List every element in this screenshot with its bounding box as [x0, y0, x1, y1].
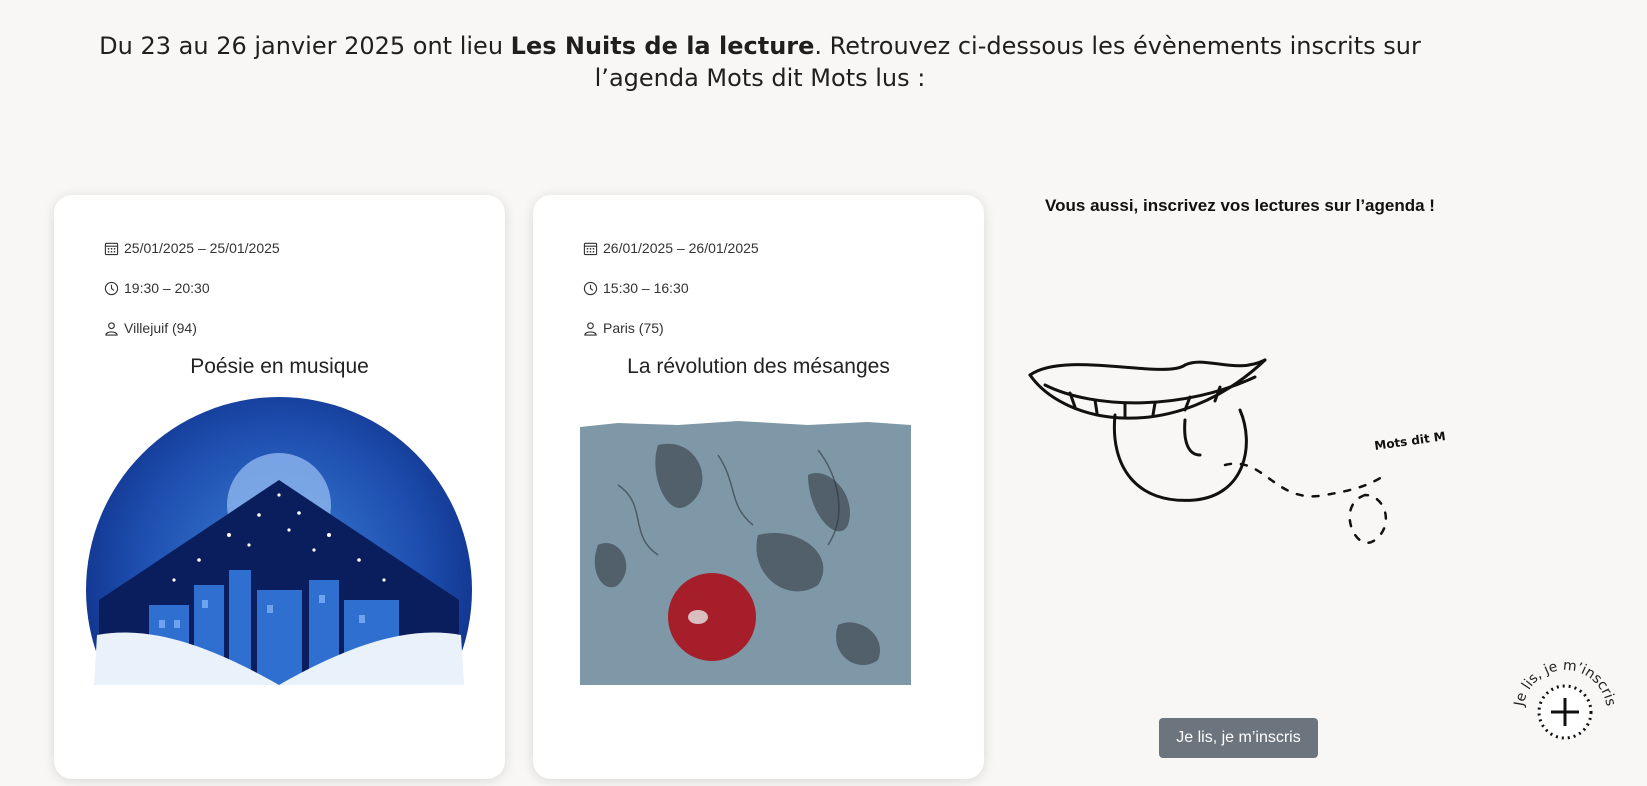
intro-text: Du 23 au 26 janvier 2025 ont lieu Les Nu…	[50, 30, 1470, 94]
event-image[interactable]	[558, 395, 958, 685]
event-place: Paris (75)	[583, 320, 664, 336]
event-place-text: Paris (75)	[603, 320, 664, 336]
event-date: 25/01/2025 – 25/01/2025	[104, 240, 280, 256]
event-time-text: 19:30 – 20:30	[124, 280, 210, 296]
logo-text: Mots dit Mots lus	[1373, 423, 1445, 453]
event-time-text: 15:30 – 16:30	[603, 280, 689, 296]
event-time: 19:30 – 20:30	[104, 280, 210, 296]
event-title[interactable]: La révolution des mésanges	[533, 355, 984, 379]
clock-icon	[104, 281, 119, 296]
calendar-icon	[583, 241, 598, 256]
event-place: Villejuif (94)	[104, 320, 197, 336]
event-date: 26/01/2025 – 26/01/2025	[583, 240, 759, 256]
event-title[interactable]: Poésie en musique	[54, 355, 505, 379]
person-icon	[104, 321, 119, 336]
person-icon	[583, 321, 598, 336]
register-button[interactable]: Je lis, je m’inscris	[1159, 718, 1318, 758]
clock-icon	[583, 281, 598, 296]
cta-title: Vous aussi, inscrivez vos lectures sur l…	[1045, 196, 1435, 215]
event-card[interactable]: 26/01/2025 – 26/01/2025 15:30 – 16:30 Pa…	[533, 195, 984, 779]
mouth-illustration: Mots dit Mots lus	[1025, 355, 1491, 585]
event-image[interactable]	[79, 395, 479, 685]
event-card[interactable]: 25/01/2025 – 25/01/2025 19:30 – 20:30 Vi…	[54, 195, 505, 779]
event-date-text: 25/01/2025 – 25/01/2025	[124, 240, 280, 256]
floating-register-button[interactable]: Je lis, je m’inscris	[1505, 652, 1625, 752]
event-date-text: 26/01/2025 – 26/01/2025	[603, 240, 759, 256]
event-place-text: Villejuif (94)	[124, 320, 197, 336]
intro-highlight: Les Nuits de la lecture	[510, 32, 815, 60]
calendar-icon	[104, 241, 119, 256]
intro-prefix: Du 23 au 26 janvier 2025 ont lieu	[99, 32, 511, 60]
event-time: 15:30 – 16:30	[583, 280, 689, 296]
